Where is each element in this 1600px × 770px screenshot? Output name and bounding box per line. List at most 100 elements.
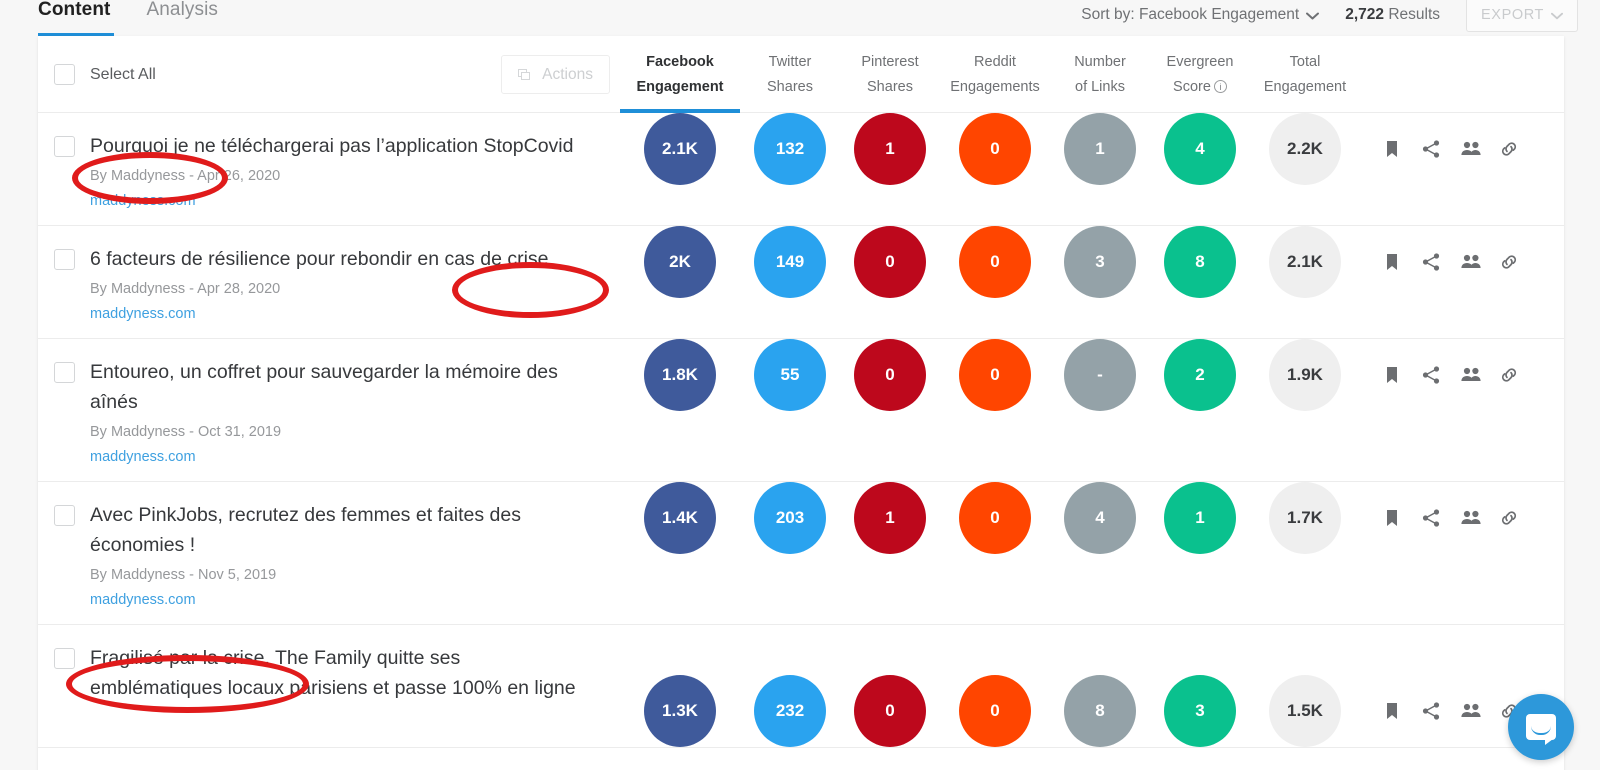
tab-content[interactable]: Content xyxy=(38,0,110,23)
column-header-line2: Shares xyxy=(767,79,813,95)
link-icon[interactable] xyxy=(1499,365,1519,385)
metric-bubble: 0 xyxy=(959,226,1031,298)
metric-number-of-links: - xyxy=(1050,339,1150,411)
metric-bubble: 0 xyxy=(959,339,1031,411)
people-icon[interactable] xyxy=(1460,701,1481,721)
column-header-line2: Shares xyxy=(867,79,913,95)
info-icon[interactable]: i xyxy=(1213,80,1227,93)
metric-evergreen-score: 8 xyxy=(1150,226,1250,298)
row-title[interactable]: Pourquoi je ne téléchargerai pas l’appli… xyxy=(90,131,573,161)
metric-bubble: 1.8K xyxy=(644,339,716,411)
row-domain-link[interactable]: maddyness.com xyxy=(90,449,590,465)
metric-facebook-engagement: 1.4K xyxy=(620,482,740,554)
row-domain-link[interactable]: maddyness.com xyxy=(90,193,573,209)
intercom-chat-launcher[interactable] xyxy=(1508,694,1574,760)
column-header-line1: Evergreen xyxy=(1166,54,1234,70)
app-root: Content Analysis Sort by: Facebook Engag… xyxy=(0,0,1600,770)
column-header-line2: of Links xyxy=(1075,79,1125,95)
metric-bubble: 4 xyxy=(1164,113,1236,185)
row-text: Fragilisé par la crise, The Family quitt… xyxy=(90,643,590,703)
row-checkbox[interactable] xyxy=(54,136,75,157)
column-header-twitter-shares[interactable]: Twitter Shares xyxy=(740,36,840,113)
actions-button[interactable]: Actions xyxy=(501,55,610,94)
metric-bubble: 2.1K xyxy=(644,113,716,185)
share-icon[interactable] xyxy=(1421,365,1441,385)
metric-total-engagement: 1.5K xyxy=(1250,675,1360,747)
row-metrics: 1.8K 55 0 0 - 2 1.9K xyxy=(620,339,1519,411)
metric-bubble: 55 xyxy=(754,339,826,411)
row-byline: By Maddyness - Apr 28, 2020 xyxy=(90,281,281,297)
column-header-line1: Total xyxy=(1289,54,1321,70)
column-header-line1: Facebook xyxy=(646,54,714,70)
column-header-total-engagement[interactable]: Total Engagement xyxy=(1250,36,1360,113)
row-title[interactable]: 6 facteurs de résilience pour rebondir e… xyxy=(90,244,549,274)
row-content: Entoureo, un coffret pour sauvegarder la… xyxy=(38,339,620,481)
metric-total-engagement: 1.9K xyxy=(1250,339,1360,411)
row-content: Fragilisé par la crise, The Family quitt… xyxy=(38,625,620,719)
share-icon[interactable] xyxy=(1421,701,1441,721)
people-icon[interactable] xyxy=(1460,508,1481,528)
column-header-pinterest-shares[interactable]: Pinterest Shares xyxy=(840,36,940,113)
share-icon[interactable] xyxy=(1421,139,1441,159)
table-row: Entoureo, un coffret pour sauvegarder la… xyxy=(38,339,1564,482)
metric-bubble: 0 xyxy=(854,675,926,747)
column-header-line1: Twitter xyxy=(768,54,812,70)
column-header-evergreen-score[interactable]: Evergreen Score i xyxy=(1150,36,1250,113)
table-row: Pourquoi je ne téléchargerai pas l’appli… xyxy=(38,113,1564,226)
export-button[interactable]: EXPORT xyxy=(1466,0,1578,32)
row-domain-link[interactable]: maddyness.com xyxy=(90,592,590,608)
row-title[interactable]: Fragilisé par la crise, The Family quitt… xyxy=(90,643,590,703)
sort-by-dropdown[interactable]: Sort by: Facebook Engagement xyxy=(1081,6,1320,24)
metric-bubble: 1.7K xyxy=(1269,482,1341,554)
bookmark-icon[interactable] xyxy=(1382,365,1402,385)
row-checkbox[interactable] xyxy=(54,249,75,270)
row-action-icons xyxy=(1382,139,1519,159)
column-header-line1: Number xyxy=(1074,54,1126,70)
row-byline: By Maddyness - Apr 26, 2020 xyxy=(90,168,281,184)
row-domain-link[interactable]: maddyness.com xyxy=(90,306,549,322)
metric-bubble: 0 xyxy=(959,113,1031,185)
metric-bubble: 132 xyxy=(754,113,826,185)
people-icon[interactable] xyxy=(1460,365,1481,385)
results-label: Results xyxy=(1388,6,1441,23)
tab-analysis[interactable]: Analysis xyxy=(146,0,218,23)
metric-pinterest-shares: 0 xyxy=(840,339,940,411)
column-header-reddit-engagements[interactable]: Reddit Engagements xyxy=(940,36,1050,113)
bookmark-icon[interactable] xyxy=(1382,701,1402,721)
row-checkbox[interactable] xyxy=(54,505,75,526)
row-text: Pourquoi je ne téléchargerai pas l’appli… xyxy=(90,131,573,209)
metric-evergreen-score: 2 xyxy=(1150,339,1250,411)
column-header-line2: Engagement xyxy=(1263,79,1347,95)
row-title[interactable]: Entoureo, un coffret pour sauvegarder la… xyxy=(90,357,590,417)
metric-twitter-shares: 203 xyxy=(740,482,840,554)
metric-total-engagement: 1.7K xyxy=(1250,482,1360,554)
column-header-facebook-engagement[interactable]: Facebook Engagement xyxy=(620,36,740,113)
metric-twitter-shares: 132 xyxy=(740,113,840,185)
share-icon[interactable] xyxy=(1421,508,1441,528)
column-header-number-of-links[interactable]: Number of Links xyxy=(1050,36,1150,113)
select-all-checkbox[interactable] xyxy=(54,64,75,85)
metric-number-of-links: 4 xyxy=(1050,482,1150,554)
metric-reddit-engagements: 0 xyxy=(940,226,1050,298)
bookmark-icon[interactable] xyxy=(1382,139,1402,159)
row-title[interactable]: Avec PinkJobs, recrutez des femmes et fa… xyxy=(90,500,590,560)
metric-pinterest-shares: 1 xyxy=(840,113,940,185)
export-label: EXPORT xyxy=(1481,7,1544,23)
metric-facebook-engagement: 2K xyxy=(620,226,740,298)
row-byline: By Maddyness - Nov 5, 2019 xyxy=(90,567,277,583)
share-icon[interactable] xyxy=(1421,252,1441,272)
select-all-label: Select All xyxy=(90,65,156,83)
row-checkbox[interactable] xyxy=(54,648,75,669)
column-header-line2: Engagement xyxy=(636,79,724,95)
row-action-icons xyxy=(1382,508,1519,528)
bookmark-icon[interactable] xyxy=(1382,252,1402,272)
row-byline: By Maddyness - Oct 31, 2019 xyxy=(90,424,282,440)
people-icon[interactable] xyxy=(1460,252,1481,272)
row-checkbox[interactable] xyxy=(54,362,75,383)
people-icon[interactable] xyxy=(1460,139,1481,159)
link-icon[interactable] xyxy=(1499,139,1519,159)
bookmark-icon[interactable] xyxy=(1382,508,1402,528)
link-icon[interactable] xyxy=(1499,508,1519,528)
metric-pinterest-shares: 1 xyxy=(840,482,940,554)
link-icon[interactable] xyxy=(1499,252,1519,272)
